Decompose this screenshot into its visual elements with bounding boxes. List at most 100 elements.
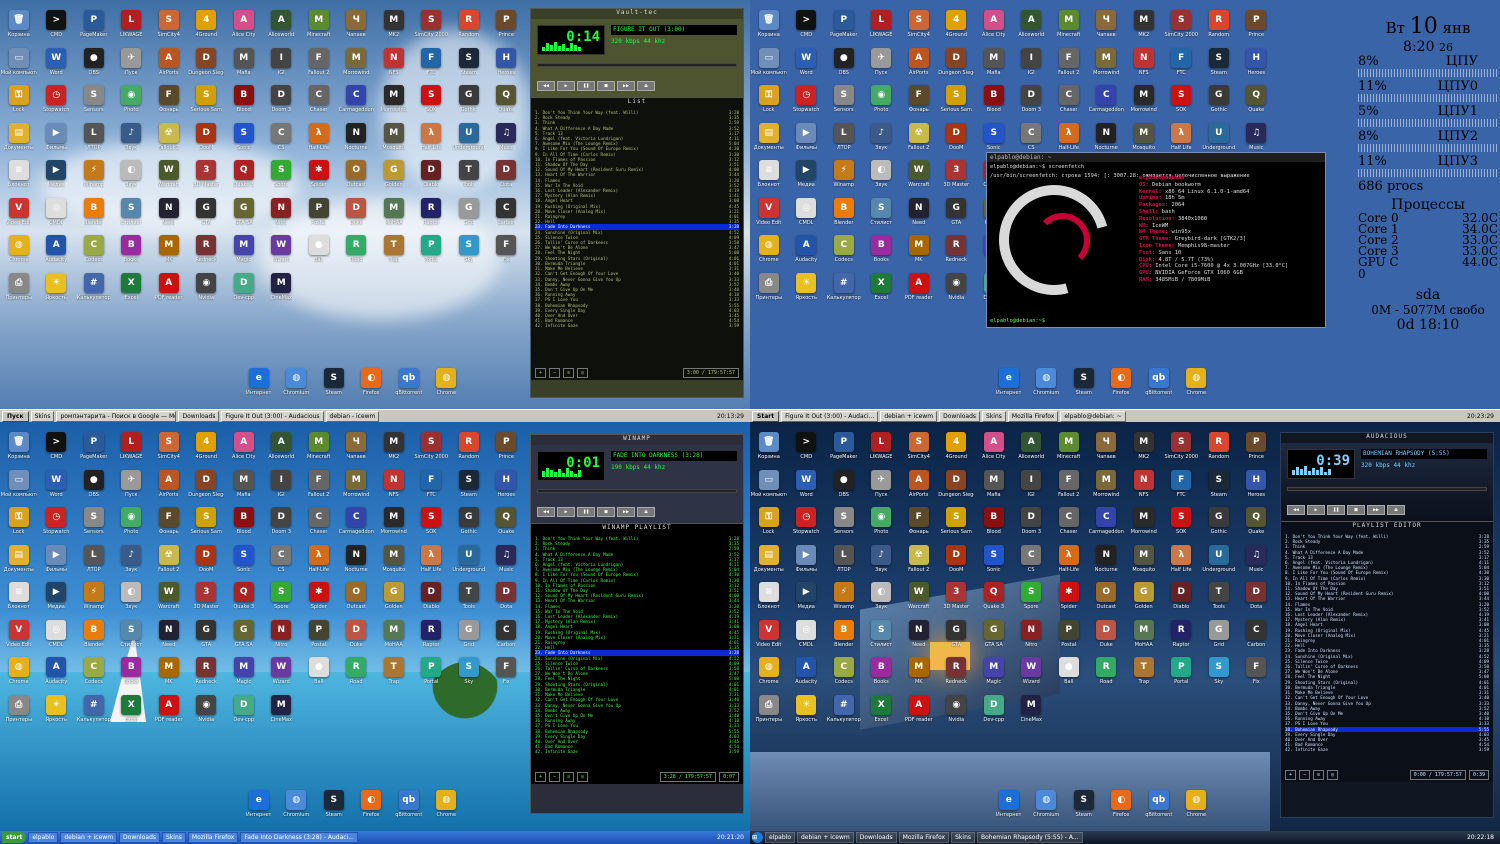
desktop-icon[interactable]: T Trap — [375, 233, 413, 271]
desktop-icon[interactable]: R Redneck — [188, 233, 226, 271]
desktop-icon[interactable]: B Blood — [975, 505, 1013, 543]
desktop-icon[interactable]: ◉ Nvidia — [188, 271, 226, 309]
desktop-icon[interactable]: G GTA — [188, 196, 226, 234]
desktop-icon[interactable]: ♫ Music — [488, 121, 526, 159]
play-button[interactable]: ▶ — [557, 81, 575, 91]
desktop-icon[interactable]: L ЛТОР — [825, 543, 863, 581]
desktop-icon[interactable]: G Golden — [375, 580, 413, 618]
desktop-icon[interactable]: S Sonic — [225, 121, 263, 159]
add-button[interactable]: + — [535, 772, 547, 782]
desktop-icon[interactable]: ◐ Звук — [863, 580, 901, 618]
desktop-icon[interactable]: ⚿ Lock — [0, 83, 38, 121]
desktop-icon[interactable]: 🗑 Корзина — [0, 8, 38, 46]
desktop-icon[interactable]: ▤ Документы — [750, 543, 788, 581]
remove-button[interactable]: − — [549, 368, 561, 378]
desktop-icon[interactable]: ≡ Блокнот — [750, 580, 788, 618]
desktop-icon[interactable]: F Fallout 2 — [1050, 468, 1088, 506]
desktop-icon[interactable]: S Стилист — [863, 196, 901, 234]
desktop-icon[interactable]: ▤ Документы — [0, 543, 38, 581]
desktop-icon[interactable]: CCarbon — [488, 196, 526, 234]
desktop-icon[interactable]: P Prince — [1238, 430, 1276, 468]
desktop-icon[interactable]: λ Half-Life — [300, 121, 338, 159]
desktop-icon[interactable]: S SOK — [413, 505, 451, 543]
seek-bar[interactable] — [537, 63, 737, 67]
desktop-icon[interactable]: S Spore — [263, 158, 301, 196]
desktop-icon[interactable]: L LIKWAGE — [863, 8, 901, 46]
desktop-icon[interactable]: F Fallout 2 — [1050, 46, 1088, 84]
desktop-icon[interactable]: ◍ Chrome — [428, 366, 466, 404]
desktop-icon[interactable]: I IGI — [263, 46, 301, 84]
desktop-icon[interactable]: X Excel — [863, 693, 901, 731]
desktop-icon[interactable]: F Fix — [488, 233, 526, 271]
desktop-icon[interactable]: ◍ Chromium — [1028, 788, 1066, 826]
desktop-icon[interactable]: D Doom 3 — [1013, 505, 1051, 543]
desktop-icon[interactable]: ☢ Fallout 2 — [150, 543, 188, 581]
desktop-icon[interactable]: ⚡ Winamp — [75, 158, 113, 196]
desktop-icon[interactable]: F FTC — [1163, 46, 1201, 84]
desktop-icon[interactable]: 4 4Ground — [188, 8, 226, 46]
desktop-icon[interactable]: ▶ Медиа — [38, 158, 76, 196]
desktop-icon[interactable]: e Интернет — [240, 366, 278, 404]
taskbar-item[interactable]: elpablo@debian: ~ — [1060, 410, 1126, 422]
desktop-icon[interactable]: RRaptor — [1163, 618, 1201, 656]
select-button[interactable]: ≡ — [563, 368, 575, 378]
desktop-icon[interactable]: A Audacity — [788, 655, 826, 693]
desktop-icon[interactable]: ▶ Фильмы — [38, 543, 76, 581]
desktop-icon[interactable]: S Sky — [450, 233, 488, 271]
desktop-icon[interactable]: ◐ Звук — [113, 158, 151, 196]
desktop-icon[interactable]: V Video Edit — [750, 618, 788, 656]
desktop-icon[interactable]: ● Ball — [300, 655, 338, 693]
desktop-icon[interactable]: ◷ Stopwatch — [788, 83, 826, 121]
desktop-icon[interactable]: P Portal — [413, 655, 451, 693]
desktop-icon[interactable]: 3 3D Master — [188, 580, 226, 618]
remove-button[interactable]: − — [1299, 770, 1311, 780]
music-player[interactable]: AUDACIOUS 0:39 BOHEMIAN RHAPSODY (5:55) … — [1280, 432, 1494, 818]
desktop-icon[interactable]: B Blender — [75, 618, 113, 656]
desktop-icon[interactable]: A Audacity — [38, 233, 76, 271]
desktop-icon[interactable]: T Tools — [1200, 580, 1238, 618]
desktop-icon[interactable]: ◍ Chromium — [278, 366, 316, 404]
desktop-icon[interactable]: H Heroes — [488, 468, 526, 506]
desktop-icon[interactable]: M Morrowind — [375, 505, 413, 543]
desktop-icon[interactable]: S SimCity4 — [900, 430, 938, 468]
desktop-icon[interactable]: A Aliceworld — [1013, 430, 1051, 468]
desktop-icon[interactable]: M Mafia — [975, 468, 1013, 506]
start-button[interactable]: Пуск — [2, 410, 29, 422]
desktop-icon[interactable]: ▶ Медиа — [38, 580, 76, 618]
desktop-icon[interactable]: O Outcast — [338, 158, 376, 196]
desktop-icon[interactable]: H Heroes — [1238, 468, 1276, 506]
desktop-icon[interactable]: Q Quake 3 — [225, 158, 263, 196]
desktop-icon[interactable]: S Steam — [315, 788, 353, 826]
desktop-icon[interactable]: 4 4Ground — [938, 430, 976, 468]
desktop-icon[interactable]: P PageMaker — [75, 8, 113, 46]
desktop-icon[interactable]: W Wizard — [1013, 655, 1051, 693]
desktop-icon[interactable]: ⎙ Принтеры — [750, 271, 788, 309]
desktop-icon[interactable]: G Gothic — [1200, 505, 1238, 543]
desktop-icon[interactable]: CCarbon — [1238, 618, 1276, 656]
desktop-icon[interactable]: ⚿ Lock — [750, 505, 788, 543]
desktop-icon[interactable]: S SimCity 2000 — [413, 8, 451, 46]
seek-bar[interactable] — [1287, 487, 1487, 491]
desktop-icon[interactable]: A PDF reader — [150, 271, 188, 309]
desktop-icon[interactable]: S Steam — [450, 468, 488, 506]
desktop-icon[interactable]: O Outcast — [338, 580, 376, 618]
desktop-icon[interactable]: A PDF reader — [900, 271, 938, 309]
desktop-icon[interactable]: P Prince — [488, 8, 526, 46]
desktop-icon[interactable]: ◍ Chrome — [750, 655, 788, 693]
desktop-icon[interactable]: GGTA SA — [975, 618, 1013, 656]
desktop-icon[interactable]: C Codecs — [75, 655, 113, 693]
add-button[interactable]: + — [1285, 770, 1297, 780]
desktop-icon[interactable]: DDuke — [338, 196, 376, 234]
desktop-icon[interactable]: D Diablo — [413, 158, 451, 196]
desktop-icon[interactable]: W Word — [788, 468, 826, 506]
taskbar-item[interactable]: Skins — [982, 410, 1006, 422]
desktop-icon[interactable]: Q Quake — [488, 505, 526, 543]
desktop-icon[interactable]: R Random — [450, 430, 488, 468]
playlist-item[interactable]: 42. Infinite Gaze 3:59 — [535, 323, 739, 328]
desktop-icon[interactable]: ⚿ Lock — [750, 83, 788, 121]
desktop-icon[interactable]: ✈ Пуск — [113, 468, 151, 506]
desktop-icon[interactable]: F Фонарь — [900, 83, 938, 121]
desktop-icon[interactable]: ◍ Chrome — [0, 233, 38, 271]
desktop-icon[interactable]: A Alice City — [975, 8, 1013, 46]
taskbar-item[interactable]: Skins — [30, 410, 55, 422]
